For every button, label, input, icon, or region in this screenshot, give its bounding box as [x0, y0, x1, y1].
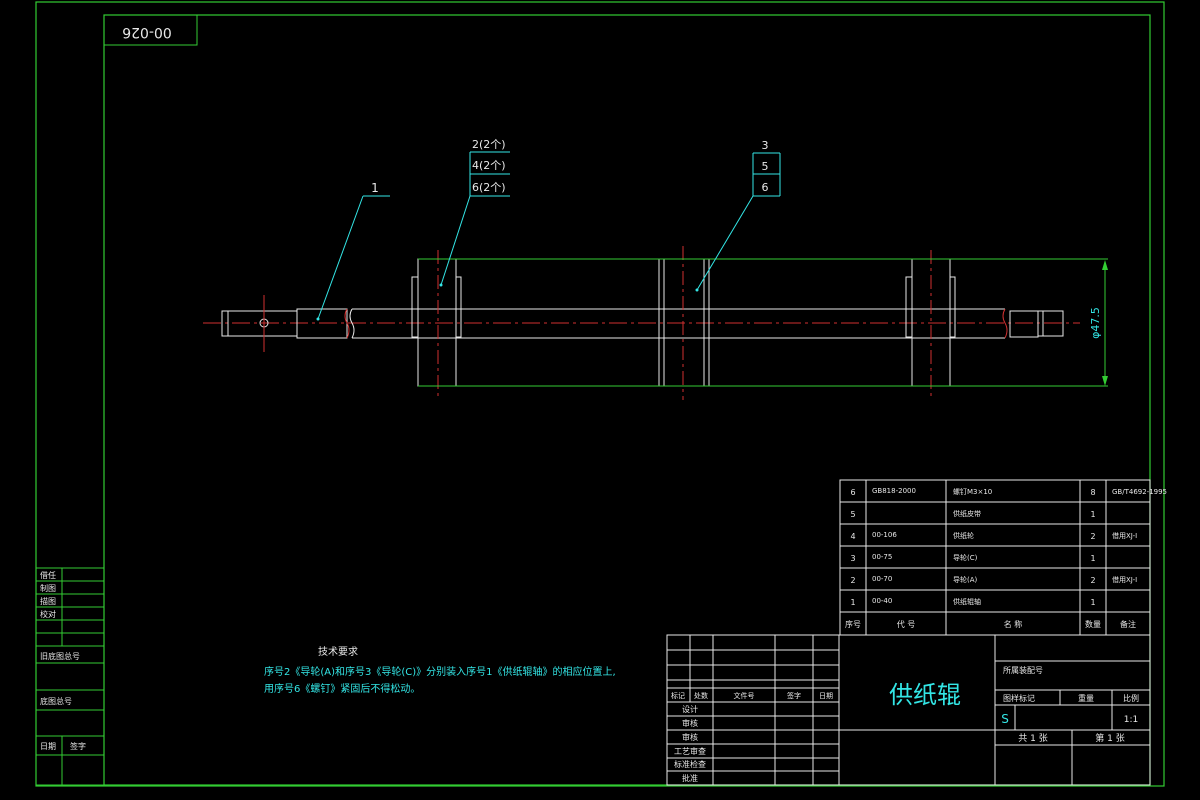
bom-row-no: 3 [850, 554, 855, 563]
role-label: 批准 [682, 773, 698, 783]
revision-header: 处数 [694, 691, 708, 700]
dimension-label: φ47.5 [1089, 307, 1102, 339]
role-label: 审核 [682, 732, 698, 742]
role-label: 标准检查 [674, 759, 706, 769]
bom-header-no: 序号 [845, 619, 861, 629]
tech-title: 技术要求 [318, 645, 358, 658]
strip-r1: 借任 [40, 570, 56, 580]
drawing-number: 00-026 [122, 24, 172, 40]
bom-header-remark: 备注 [1120, 619, 1136, 629]
bom-row-name: 供纸辊轴 [953, 597, 981, 606]
bom-row-qty: 2 [1090, 532, 1095, 541]
title-block [838, 634, 1151, 786]
revision-header: 日期 [819, 692, 833, 700]
bom-row-qty: 1 [1090, 554, 1095, 563]
bom-row-no: 2 [850, 576, 855, 585]
callout-3: 3 [762, 139, 769, 152]
callout-6: 6(2个) [472, 181, 506, 194]
drawing-sheet: 00-026 φ47.5 1 2(2个) 4(2个) 6(2个) 3 5 6 技… [35, 1, 1167, 787]
strip-sign: 底图总号 [40, 696, 72, 706]
diameter-dimension: φ47.5 [1089, 260, 1108, 386]
bom-row-code: 00-70 [872, 575, 892, 583]
callout-6b: 6 [762, 181, 769, 194]
revision-header: 签字 [787, 691, 801, 700]
leader-2-4-6: 2(2个) 4(2个) 6(2个) [439, 138, 510, 287]
strip-r2: 制图 [40, 583, 56, 593]
leader-3-5-6: 3 5 6 [695, 139, 781, 292]
scale-label: 比例 [1123, 693, 1139, 703]
role-label: 审核 [682, 718, 698, 728]
strip-date: 日期 [40, 742, 56, 751]
strip-base: 旧底图总号 [40, 651, 80, 661]
bom-row-name: 导轮(C) [953, 553, 978, 562]
bom-row-code: 00-106 [872, 531, 897, 539]
stage-value: S [1001, 712, 1009, 726]
technical-requirements: 技术要求 序号2《导轮(A)和序号3《导轮(C)》分别装入序号1《供纸辊轴》的相… [264, 645, 616, 695]
tech-line-1: 序号2《导轮(A)和序号3《导轮(C)》分别装入序号1《供纸辊轴》的相应位置上, [264, 665, 616, 678]
bom-row-code: GB818-2000 [872, 487, 916, 495]
bom-row-qty: 1 [1090, 510, 1095, 519]
bom-row-no: 1 [850, 598, 855, 607]
bom-row-remark: GB/T4692-1995 [1112, 488, 1167, 496]
revision-header: 文件号 [734, 691, 755, 700]
bom-row-no: 4 [850, 532, 855, 541]
callout-4: 4(2个) [472, 159, 506, 172]
roller-assembly [203, 246, 1108, 400]
revision-header: 标记 [671, 691, 685, 700]
bom-row-code: 00-75 [872, 553, 892, 561]
role-label: 工艺审查 [674, 746, 706, 756]
callout-1: 1 [371, 181, 379, 195]
bom-rows: 6 GB818-2000 螺钉M3×10 8 GB/T4692-1995 5 供纸皮带 1 4 0… [850, 487, 1167, 607]
bom-row-remark: 借用XJ-I [1112, 575, 1137, 584]
bom-row-name: 供纸皮带 [953, 509, 981, 518]
callout-5: 5 [762, 160, 769, 173]
drawing-title: 供纸辊 [889, 681, 961, 709]
bom-row-qty: 8 [1090, 488, 1095, 497]
assembly-label: 所属装配号 [1003, 665, 1043, 675]
weight-label: 重量 [1078, 693, 1094, 703]
leader-1: 1 [316, 181, 390, 321]
bom-header-name: 名 称 [1004, 619, 1023, 629]
bom-row-qty: 1 [1090, 598, 1095, 607]
bom-header-code: 代 号 [897, 619, 916, 629]
sheets-total: 共 1 张 [1018, 733, 1047, 744]
bom-row-remark: 借用XJ-I [1112, 531, 1137, 540]
callout-2: 2(2个) [472, 138, 506, 151]
strip-r3: 描图 [40, 596, 56, 606]
bom-row-no: 5 [850, 510, 855, 519]
strip-signature: 签字 [70, 741, 86, 751]
bom-row-code: 00-40 [872, 597, 892, 605]
tech-line-2: 用序号6《螺钉》紧固后不得松动。 [264, 682, 420, 695]
bom-row-no: 6 [850, 488, 855, 497]
bom-header-qty: 数量 [1085, 619, 1101, 629]
role-label: 设计 [682, 704, 698, 714]
stage-label: 图样标记 [1003, 693, 1035, 703]
bom-row-name: 供纸轮 [953, 531, 974, 540]
scale-value: 1:1 [1124, 715, 1138, 725]
bom-row-name: 导轮(A) [953, 575, 978, 584]
bom-row-qty: 2 [1090, 576, 1095, 585]
strip-r4: 校对 [40, 609, 56, 619]
sheet-number: 第 1 张 [1095, 732, 1124, 744]
bom-row-name: 螺钉M3×10 [953, 487, 992, 496]
inner-border [103, 14, 1151, 786]
revision-headers: 标记 处数 文件号 签字 日期 [671, 691, 833, 700]
